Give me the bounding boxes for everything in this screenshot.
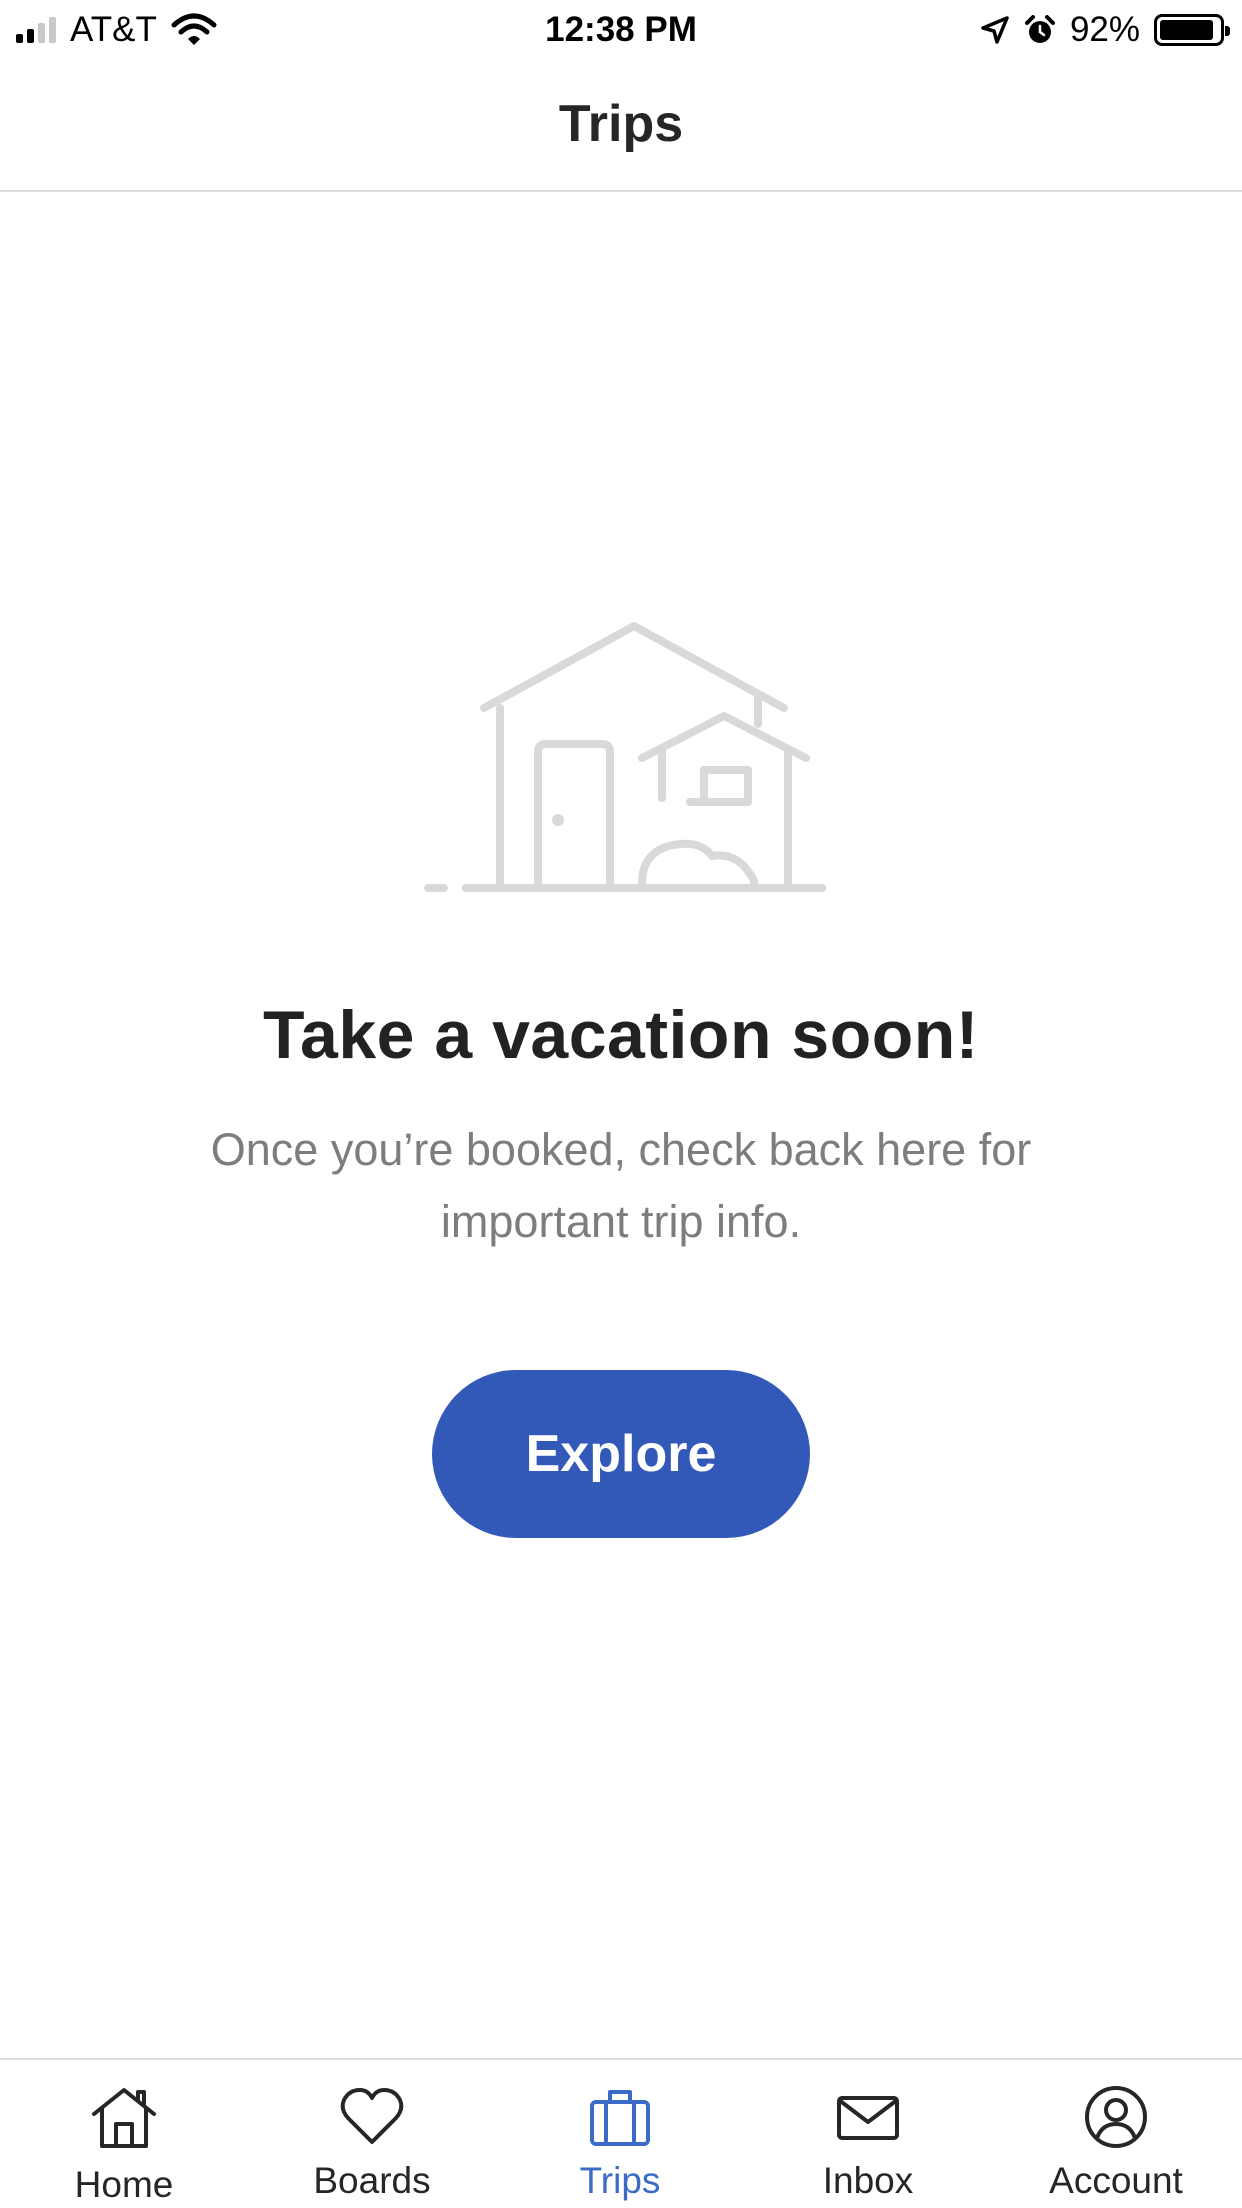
tab-home[interactable]: Home xyxy=(0,2060,248,2208)
envelope-icon xyxy=(837,2096,899,2140)
battery-percent: 92% xyxy=(1069,10,1140,49)
tab-label-trips: Trips xyxy=(579,2160,661,2201)
empty-state-subtext: Once you’re booked, check back here for … xyxy=(210,1124,1032,1247)
status-bar: AT&T 12:38 PM 92% xyxy=(0,0,1242,62)
battery-level xyxy=(1160,20,1214,40)
tab-boards[interactable]: Boards xyxy=(248,2060,496,2208)
tab-trips[interactable]: Trips xyxy=(496,2060,744,2208)
status-bar-right: 92% xyxy=(980,10,1230,50)
page-title: Trips xyxy=(558,95,684,153)
tab-account[interactable]: Account xyxy=(992,2060,1240,2208)
tab-label-inbox: Inbox xyxy=(822,2160,914,2201)
explore-button[interactable]: Explore xyxy=(432,1370,810,1538)
location-arrow-icon xyxy=(981,16,1009,44)
tab-label-boards: Boards xyxy=(313,2160,431,2201)
battery-icon xyxy=(1154,14,1230,46)
tab-bar: Home Boards Trips Inbox Account xyxy=(0,2058,1242,2208)
tab-label-home: Home xyxy=(74,2164,174,2205)
user-icon xyxy=(1085,2086,1147,2148)
alarm-icon xyxy=(1024,15,1055,43)
suitcase-icon xyxy=(590,2090,650,2146)
nav-bar: Trips xyxy=(0,62,1242,192)
empty-state-headline: Take a vacation soon! xyxy=(263,997,979,1073)
tab-inbox[interactable]: Inbox xyxy=(744,2060,992,2208)
heart-icon xyxy=(340,2088,404,2144)
tab-label-account: Account xyxy=(1049,2160,1183,2201)
home-icon xyxy=(92,2088,156,2148)
house-illustration xyxy=(424,622,826,892)
